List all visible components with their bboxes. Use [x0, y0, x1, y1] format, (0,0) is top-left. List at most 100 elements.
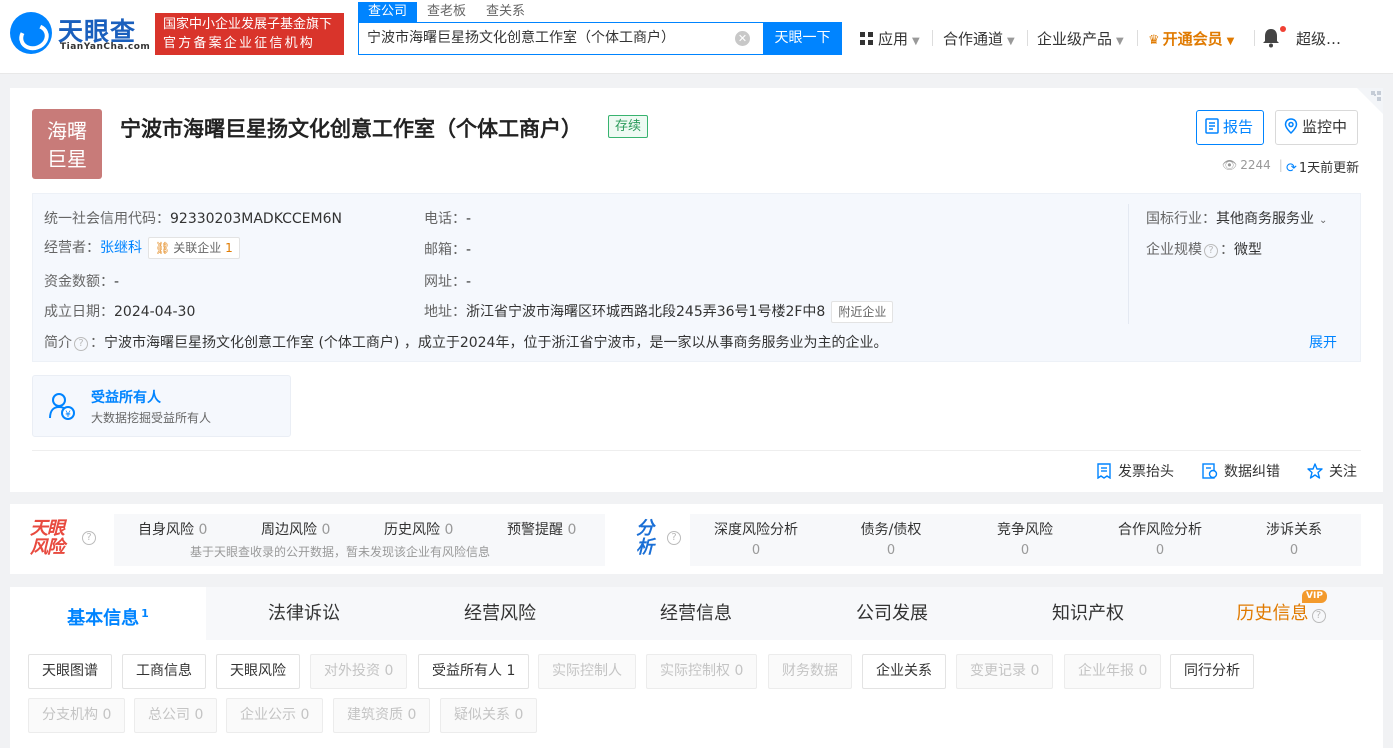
- risk-item-warning[interactable]: 预警提醒 0: [507, 519, 576, 539]
- chip-company-relation[interactable]: 企业关系: [862, 654, 946, 689]
- data-correction-label: 数据纠错: [1224, 464, 1280, 480]
- update-status[interactable]: ⟳ 1天前更新: [1286, 157, 1359, 176]
- view-count-value: 2244: [1240, 158, 1271, 172]
- beneficiary-person-icon: ¥: [49, 392, 75, 420]
- risk-item-surrounding[interactable]: 周边风险 0: [261, 519, 330, 539]
- colon: ：: [90, 335, 104, 351]
- analysis-logo-line-2: 析: [636, 537, 654, 558]
- help-icon[interactable]: ?: [1204, 244, 1218, 258]
- tab-search-relation[interactable]: 查关系: [476, 2, 535, 22]
- chip-head-office: 总公司 0: [134, 698, 218, 733]
- beneficiary-card[interactable]: ¥ 受益所有人 大数据挖掘受益所有人: [32, 375, 291, 437]
- chip-tianyan-risk[interactable]: 天眼风险: [216, 654, 300, 689]
- official-slogan: 国家中小企业发展子基金旗下 官方备案企业征信机构: [155, 13, 344, 55]
- chip-financial-data: 财务数据: [768, 654, 852, 689]
- address-value: 浙江省宁波市海曙区环城西路北段245弄36号1号楼2F中8: [466, 304, 826, 320]
- analysis-item-count: 0: [1020, 543, 1030, 558]
- expand-intro-link[interactable]: 展开: [1309, 332, 1337, 352]
- chevron-down-icon: ▼: [1116, 36, 1124, 47]
- nav-vip[interactable]: ♛ 开通会员 ▼: [1148, 28, 1234, 49]
- risk-item-self[interactable]: 自身风险 0: [138, 519, 207, 539]
- follow-button[interactable]: 关注: [1307, 461, 1357, 481]
- risk-item-history[interactable]: 历史风险 0: [384, 519, 453, 539]
- search-button[interactable]: 天眼一下: [763, 22, 842, 55]
- help-icon[interactable]: ?: [74, 337, 88, 351]
- logo-eye-icon: [10, 12, 52, 54]
- credit-code-field: 统一社会信用代码：92330203MADKCCEM6N: [44, 208, 342, 228]
- nav-enterprise[interactable]: 企业级产品 ▼: [1037, 28, 1124, 49]
- notification-bell-icon[interactable]: [1262, 28, 1280, 48]
- related-companies-tag[interactable]: ⛓ 关联企业 1: [148, 237, 240, 259]
- risk-item-count: 0: [198, 522, 208, 538]
- chip-peer-analysis[interactable]: 同行分析: [1170, 654, 1254, 689]
- analysis-item-count: 0: [1289, 543, 1299, 558]
- email-label: 邮箱：: [424, 242, 466, 258]
- analysis-item-deep-risk[interactable]: 深度风险分析: [696, 519, 816, 539]
- tianyan-risk-logo[interactable]: 天眼 风险: [30, 519, 65, 557]
- analysis-item-debt[interactable]: 债务/债权: [831, 519, 951, 539]
- credit-code-value[interactable]: 92330203MADKCCEM6N: [170, 211, 342, 227]
- monitor-button[interactable]: 监控中: [1275, 110, 1359, 145]
- help-icon[interactable]: ?: [82, 531, 96, 545]
- qr-code-icon[interactable]: [1357, 88, 1383, 114]
- nav-channel[interactable]: 合作通道 ▼: [943, 28, 1015, 49]
- tab-search-company[interactable]: 查公司: [358, 2, 418, 22]
- operator-label: 经营者：: [44, 240, 100, 256]
- chip-public-notice: 企业公示 0: [226, 698, 324, 733]
- intro-text: 宁波市海曙巨星扬文化创意工作室 (个体工商户) ，成立于2024年，位于浙江省宁…: [104, 335, 888, 351]
- founded-label: 成立日期：: [44, 304, 114, 320]
- data-correction-button[interactable]: 数据纠错: [1202, 461, 1280, 481]
- operator-link[interactable]: 张继科: [100, 240, 142, 256]
- clear-search-icon[interactable]: ✕: [735, 31, 750, 46]
- related-count: 1: [225, 241, 233, 255]
- tianyancha-logo[interactable]: 天眼查 TianYanCha.com: [10, 12, 150, 58]
- tab-legal[interactable]: 法律诉讼: [206, 587, 402, 640]
- related-link-icon: ⛓: [155, 241, 171, 255]
- chip-business-info[interactable]: 工商信息: [122, 654, 206, 689]
- industry-field[interactable]: 国标行业：其他商务服务业 ⌄: [1146, 208, 1327, 228]
- tab-operation-risk[interactable]: 经营风险: [402, 587, 598, 640]
- tab-search-boss[interactable]: 查老板: [417, 2, 476, 22]
- search-box: ✕: [358, 22, 764, 55]
- nearby-companies-button[interactable]: 附近企业: [831, 301, 894, 323]
- nav-vip-label: 开通会员: [1162, 30, 1223, 48]
- help-icon[interactable]: ?: [667, 531, 681, 545]
- chip-tianyan-graph[interactable]: 天眼图谱: [28, 654, 112, 689]
- status-badge: 存续: [608, 115, 649, 138]
- help-icon[interactable]: ?: [1311, 609, 1326, 623]
- analysis-item-competition[interactable]: 竞争风险: [965, 519, 1085, 539]
- analysis-item-count: 0: [1155, 543, 1165, 558]
- risk-item-count: 0: [567, 522, 577, 538]
- nav-apps[interactable]: 应用 ▼: [860, 28, 920, 49]
- tab-basic-info[interactable]: 基本信息 1: [10, 587, 206, 640]
- chip-change-record: 变更记录 0: [956, 654, 1054, 689]
- slogan-line-1: 国家中小企业发展子基金旗下: [163, 17, 333, 32]
- edit-doc-icon: [1202, 463, 1218, 479]
- phone-label: 电话：: [424, 211, 466, 227]
- chip-beneficiary[interactable]: 受益所有人 1: [418, 654, 530, 689]
- chip-actual-controller: 实际控制人: [538, 654, 636, 689]
- report-button[interactable]: 报告: [1196, 110, 1265, 146]
- tab-history[interactable]: 历史信息?: [1184, 587, 1380, 640]
- operator-field: 经营者：张继科 ⛓ 关联企业 1: [44, 237, 240, 259]
- chevron-down-icon: ⌄: [1319, 215, 1328, 226]
- analysis-item-litigation[interactable]: 涉诉关系: [1234, 519, 1354, 539]
- tab-ip[interactable]: 知识产权: [990, 587, 1186, 640]
- scale-field: 企业规模? ：微型: [1146, 239, 1262, 259]
- search-input[interactable]: [367, 23, 727, 54]
- chevron-down-icon: ▼: [912, 36, 920, 47]
- intro-label: 简介: [44, 335, 72, 351]
- risk-item-count: 0: [321, 522, 331, 538]
- invoice-title-button[interactable]: 发票抬头: [1096, 461, 1174, 481]
- user-menu[interactable]: 超级…: [1296, 28, 1341, 49]
- star-icon: [1307, 463, 1323, 479]
- tab-development[interactable]: 公司发展: [794, 587, 990, 640]
- scale-label: 企业规模: [1146, 242, 1202, 258]
- report-doc-icon: [1205, 113, 1219, 146]
- analysis-logo[interactable]: 分 析: [636, 519, 654, 557]
- tab-operation-info[interactable]: 经营信息: [598, 587, 794, 640]
- analysis-item-cooperation[interactable]: 合作风险分析: [1100, 519, 1220, 539]
- info-divider: [1128, 204, 1129, 324]
- analysis-item-count: 0: [751, 543, 761, 558]
- chevron-down-icon: ▼: [1007, 36, 1015, 47]
